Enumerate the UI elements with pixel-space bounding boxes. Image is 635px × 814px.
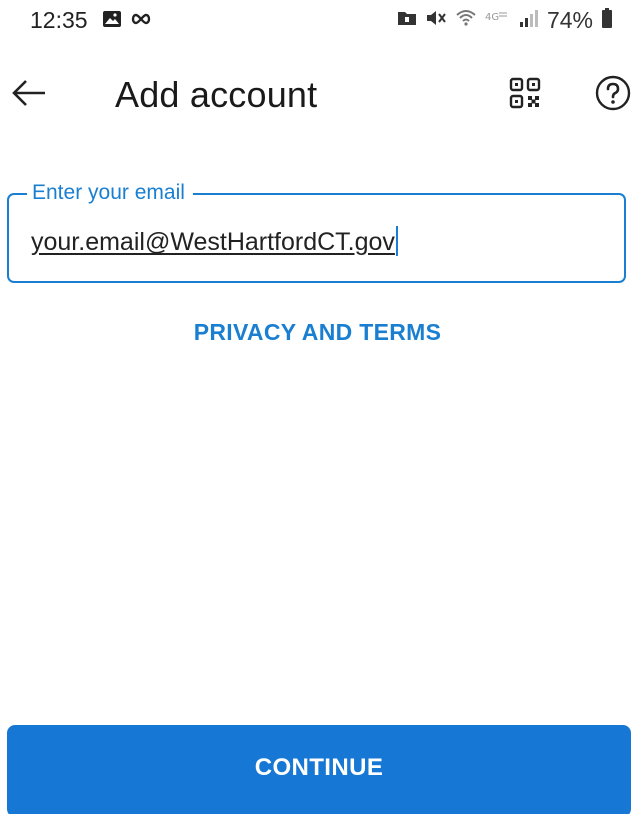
- email-field[interactable]: Enter your email your.email@WestHartford…: [7, 180, 626, 283]
- qr-scan-button[interactable]: [504, 74, 546, 116]
- app-bar: Add account: [0, 60, 635, 128]
- status-right-icons: 4G 74%: [397, 7, 613, 34]
- add-account-screen: 12:35 4G 74% Add account Enter your emai…: [0, 0, 635, 814]
- text-cursor: [395, 226, 398, 256]
- wifi-icon: [455, 7, 477, 34]
- svg-text:4G: 4G: [485, 12, 499, 23]
- folder-icon: [397, 9, 417, 32]
- email-field-label: Enter your email: [27, 180, 193, 206]
- lte-icon: 4G: [485, 9, 511, 32]
- email-input[interactable]: your.email@WestHartfordCT.gov: [31, 226, 398, 257]
- battery-percentage: 74%: [546, 7, 593, 33]
- infinity-icon: [130, 12, 152, 31]
- signal-icon: [519, 8, 539, 33]
- help-icon: [594, 74, 632, 117]
- gallery-icon: [102, 9, 122, 34]
- status-left-icons: [102, 9, 152, 34]
- privacy-and-terms-link[interactable]: PRIVACY AND TERMS: [0, 319, 635, 346]
- mute-icon: [425, 8, 447, 33]
- continue-button[interactable]: CONTINUE: [7, 725, 631, 814]
- back-arrow-icon: [10, 78, 48, 113]
- status-time: 12:35: [30, 7, 88, 33]
- email-input-value: your.email@WestHartfordCT.gov: [31, 228, 395, 256]
- status-bar: 12:35 4G 74%: [0, 0, 635, 40]
- help-button[interactable]: [592, 74, 634, 116]
- battery-icon: [601, 7, 613, 34]
- back-button[interactable]: [8, 74, 50, 116]
- page-title: Add account: [115, 74, 318, 115]
- qr-code-icon: [509, 77, 541, 114]
